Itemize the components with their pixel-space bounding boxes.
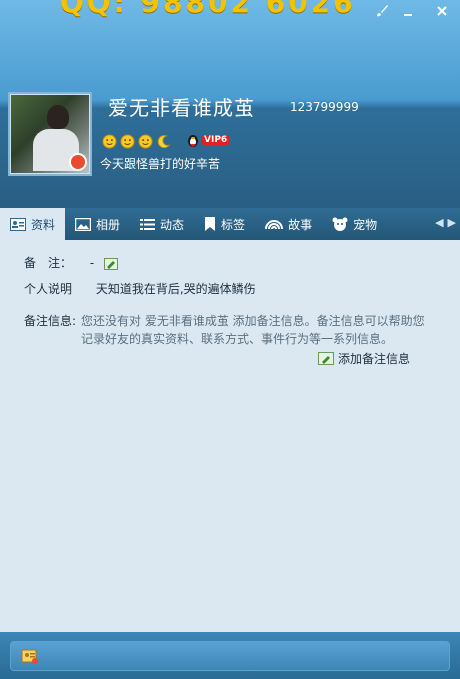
tab-label: 标签	[221, 217, 246, 232]
add-note-label: 添加备注信息	[337, 352, 410, 366]
tab-bar: 资料 相册 动态 标签 故事 宠物 ◀ ▶	[0, 208, 460, 240]
bottom-bar-panel	[10, 641, 450, 671]
remark-value: -	[89, 256, 95, 270]
remark-label: 备 注：	[24, 256, 73, 270]
vip-badge[interactable]: VIP6	[186, 132, 230, 148]
profile-card-icon	[10, 217, 26, 231]
tab-pet[interactable]: 宠物	[322, 208, 387, 240]
note-text: 您还没有对 爱无非看谁成茧 添加备注信息。备注信息可以帮助您记录好友的真实资料、…	[81, 314, 425, 346]
photo-album-icon	[75, 217, 92, 231]
sun-level-icon	[120, 134, 135, 149]
profile-window: QQ: 98802 6026 爱无非看谁成茧 123799999 VIP6 今天…	[0, 0, 460, 679]
contact-card-icon[interactable]	[21, 647, 39, 665]
tab-profile[interactable]: 资料	[0, 208, 66, 240]
bottom-toolbar	[0, 632, 460, 679]
story-rainbow-icon	[265, 218, 284, 230]
moon-level-icon	[157, 135, 171, 149]
tab-scroll-controls: ◀ ▶	[435, 216, 456, 229]
tab-album[interactable]: 相册	[65, 208, 130, 240]
nickname: 爱无非看谁成茧	[108, 96, 255, 120]
add-note-button[interactable]: 添加备注信息	[317, 350, 410, 367]
skin-brush-button[interactable]	[372, 2, 392, 20]
sun-level-icon	[102, 134, 117, 149]
status-badge-icon	[69, 153, 87, 171]
tab-label: 资料	[31, 217, 56, 232]
sun-level-icon	[138, 134, 153, 149]
scroll-left-icon[interactable]: ◀	[435, 216, 443, 229]
tab-label: 动态	[160, 217, 185, 232]
close-icon	[437, 6, 447, 16]
profile-content: 备 注： - 个人说明 天知道我在背后,哭的遍体鳞伤 备注信息: 您还没有对 爱…	[0, 240, 460, 632]
tab-label: 宠物	[353, 217, 378, 232]
pet-icon	[332, 217, 348, 232]
level-icons	[102, 134, 171, 149]
signature: 今天跟怪兽打的好辛苦	[100, 157, 221, 171]
bookmark-tag-icon	[204, 217, 216, 231]
minimize-icon	[404, 14, 412, 16]
vip-level-label: VIP6	[202, 135, 230, 145]
add-note-icon	[317, 352, 334, 365]
penguin-icon	[188, 135, 198, 147]
tab-label: 相册	[96, 217, 121, 232]
edit-remark-icon[interactable]	[104, 257, 119, 270]
remark-row: 备 注： -	[24, 254, 119, 271]
tab-feed[interactable]: 动态	[130, 208, 194, 240]
close-button[interactable]	[432, 2, 452, 20]
profile-header: QQ: 98802 6026 爱无非看谁成茧 123799999 VIP6 今天…	[0, 0, 460, 208]
note-label: 备注信息:	[24, 314, 77, 328]
minimize-button[interactable]	[398, 2, 418, 20]
description-label: 个人说明	[24, 282, 73, 296]
feed-list-icon	[140, 218, 156, 231]
tab-tags[interactable]: 标签	[194, 208, 255, 240]
qq-number: 123799999	[290, 100, 359, 114]
avatar[interactable]	[10, 94, 90, 174]
decorative-number: QQ: 98802 6026	[60, 0, 356, 19]
description-value: 天知道我在背后,哭的遍体鳞伤	[95, 282, 256, 296]
tab-label: 故事	[288, 217, 313, 232]
brush-icon	[377, 5, 388, 17]
scroll-right-icon[interactable]: ▶	[448, 216, 456, 229]
tab-story[interactable]: 故事	[255, 208, 322, 240]
avatar-head-shape	[47, 105, 69, 129]
description-row: 个人说明 天知道我在背后,哭的遍体鳞伤	[24, 280, 256, 297]
